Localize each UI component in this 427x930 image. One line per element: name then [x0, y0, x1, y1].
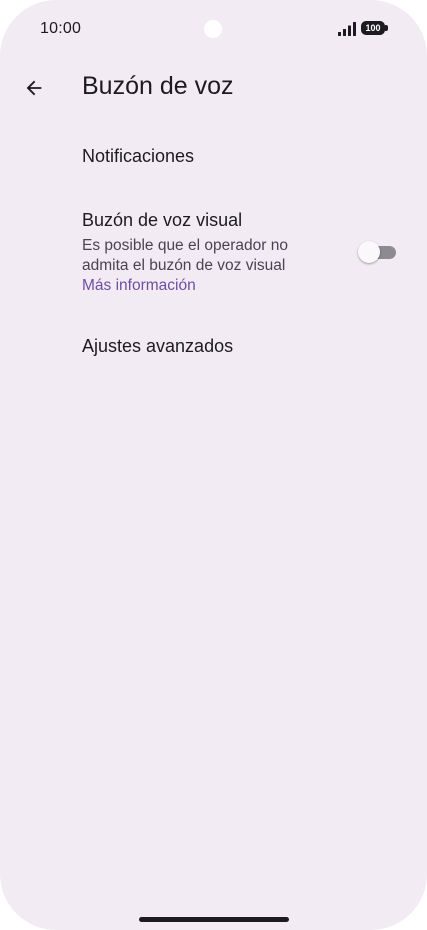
battery-icon: 100 [361, 21, 389, 37]
signal-icon [338, 22, 356, 36]
toggle-thumb [358, 241, 380, 263]
setting-visual-voicemail[interactable]: Buzón de voz visual Es posible que el op… [0, 196, 427, 306]
home-indicator[interactable] [139, 917, 289, 922]
phone-screen: 10:00 100 Buzón de voz Notificaciones Bu… [0, 0, 427, 930]
page-title: Buzón de voz [82, 72, 234, 100]
status-time: 10:00 [40, 20, 82, 37]
arrow-back-icon [26, 80, 42, 96]
camera-cutout [204, 20, 222, 38]
status-bar: 10:00 100 [0, 0, 427, 60]
battery-level: 100 [361, 21, 385, 35]
battery-tip [385, 25, 388, 31]
setting-notifications[interactable]: Notificaciones [0, 130, 427, 186]
more-info-link[interactable]: Más información [82, 276, 196, 296]
setting-title: Notificaciones [82, 146, 195, 166]
visual-voicemail-toggle[interactable] [358, 241, 398, 263]
back-button[interactable] [10, 64, 58, 112]
setting-title: Ajustes avanzados [82, 336, 234, 356]
setting-advanced[interactable]: Ajustes avanzados [0, 320, 427, 376]
setting-title: Buzón de voz visual [82, 210, 243, 230]
setting-summary: Es posible que el operador no admita el … [82, 237, 288, 274]
